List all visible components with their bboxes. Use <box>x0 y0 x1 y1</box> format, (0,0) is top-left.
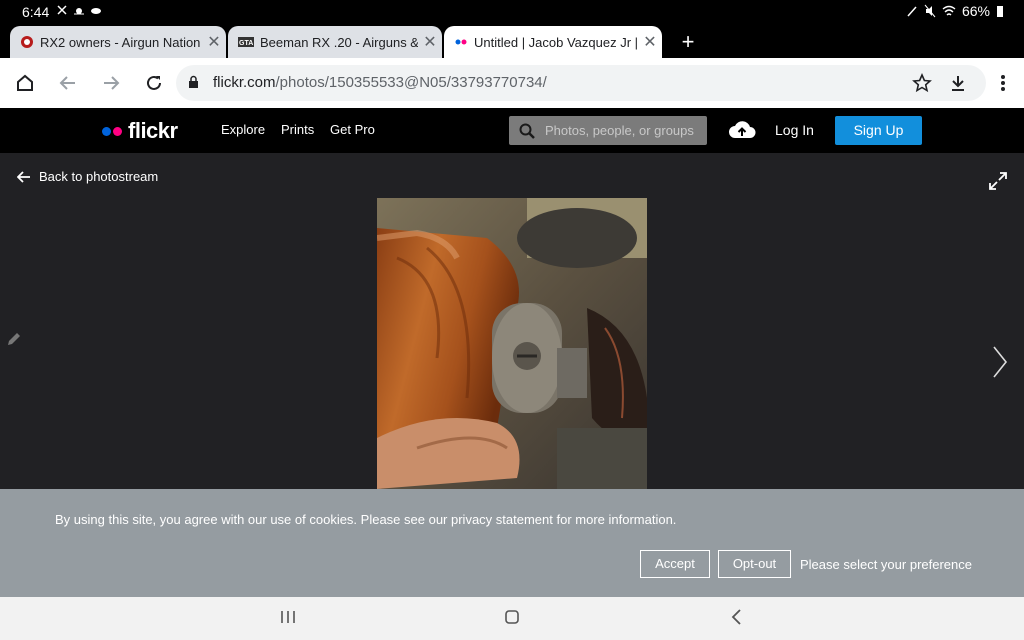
missed-call-icon <box>57 5 67 15</box>
gta-favicon-icon: GTA <box>238 37 254 47</box>
menu-button[interactable] <box>990 70 1016 96</box>
pencil-icon[interactable] <box>6 331 22 347</box>
tab-airgun-nation[interactable]: RX2 owners - Airgun Nation ✕ <box>10 26 226 58</box>
tab-strip: RX2 owners - Airgun Nation ✕ GTA Beeman … <box>0 24 1024 58</box>
main-photo[interactable] <box>377 198 647 489</box>
battery-level: 66% <box>961 3 990 19</box>
opt-out-button[interactable]: Opt-out <box>718 550 791 578</box>
pen-icon <box>907 6 917 17</box>
login-link[interactable]: Log In <box>775 122 814 138</box>
tab-title: Untitled | Jacob Vazquez Jr | <box>474 34 638 50</box>
reload-icon <box>147 75 161 90</box>
battery-icon <box>997 6 1003 17</box>
forward-arrow-icon <box>104 76 120 90</box>
address-bar[interactable]: flickr.com/photos/150355533@N05/33793770… <box>176 65 986 101</box>
back-label: Back to photostream <box>39 169 159 184</box>
close-tab-icon[interactable]: ✕ <box>202 32 226 52</box>
download-button[interactable] <box>945 70 971 96</box>
cookie-banner: By using this site, you agree with our u… <box>0 489 1024 597</box>
photo-viewer: Back to photostream <box>0 153 1024 489</box>
home-icon <box>17 74 33 91</box>
search-placeholder: Photos, people, or groups <box>545 123 694 138</box>
rifle-photo-image <box>377 198 647 489</box>
tab-title: Beeman RX .20 - Airguns & G <box>260 34 418 50</box>
tab-beeman[interactable]: GTA Beeman RX .20 - Airguns & G ✕ <box>228 26 442 58</box>
logo-blue-dot-icon <box>102 126 111 136</box>
reload-button[interactable] <box>141 70 167 96</box>
tab-title: RX2 owners - Airgun Nation <box>40 34 201 50</box>
bookmark-button[interactable] <box>909 70 935 96</box>
url-text: flickr.com/photos/150355533@N05/33793770… <box>213 74 547 91</box>
download-icon <box>952 76 964 91</box>
cookie-message: By using this site, you agree with our u… <box>55 512 677 527</box>
signup-button[interactable]: Sign Up <box>835 116 922 145</box>
wifi-icon <box>942 5 956 16</box>
weather-icon <box>74 8 84 15</box>
close-tab-icon[interactable]: ✕ <box>638 32 662 52</box>
nav-prints[interactable]: Prints <box>281 122 314 137</box>
flickr-header: flickr Explore Prints Get Pro Photos, pe… <box>0 108 1024 153</box>
status-bar: 6:44 66% <box>0 0 1024 24</box>
fullscreen-icon[interactable] <box>988 171 1008 191</box>
back-to-photostream-link[interactable]: Back to photostream <box>17 169 158 184</box>
url-domain: flickr.com <box>213 74 276 91</box>
more-vertical-icon <box>1001 75 1005 91</box>
system-nav-bar <box>0 597 1024 640</box>
back-nav-icon[interactable] <box>731 609 743 625</box>
logo-text: flickr <box>128 118 178 143</box>
accept-button[interactable]: Accept <box>640 550 710 578</box>
status-time: 6:44 <box>22 4 50 20</box>
forward-button[interactable] <box>98 70 124 96</box>
nav-explore[interactable]: Explore <box>221 122 265 137</box>
home-button[interactable] <box>12 70 38 96</box>
flickr-logo[interactable]: flickr <box>102 118 178 144</box>
close-tab-icon[interactable]: ✕ <box>418 32 442 52</box>
upload-cloud-icon[interactable] <box>728 119 756 141</box>
cookie-preference-text: Please select your preference <box>800 557 972 572</box>
url-path: /photos/150355533@N05/33793770734/ <box>275 74 547 91</box>
search-icon <box>519 123 535 139</box>
cloud-icon <box>91 8 101 14</box>
next-photo-chevron-icon[interactable] <box>992 345 1008 379</box>
back-button[interactable] <box>55 70 81 96</box>
back-arrow-icon <box>59 76 75 90</box>
star-icon <box>912 73 932 93</box>
flickr-favicon-icon <box>455 39 467 45</box>
lock-icon <box>189 75 198 88</box>
logo-pink-dot-icon <box>113 126 122 136</box>
browser-toolbar: flickr.com/photos/150355533@N05/33793770… <box>0 58 1024 108</box>
airgun-nation-favicon-icon <box>21 36 33 48</box>
nav-get-pro[interactable]: Get Pro <box>330 122 375 137</box>
home-nav-icon[interactable] <box>504 609 520 625</box>
svg-text:GTA: GTA <box>239 40 253 47</box>
mute-icon <box>924 4 936 18</box>
recent-apps-icon[interactable] <box>280 609 296 625</box>
new-tab-button[interactable]: + <box>676 28 700 56</box>
search-input[interactable]: Photos, people, or groups <box>509 116 707 145</box>
arrow-left-icon <box>17 170 30 183</box>
tab-flickr[interactable]: Untitled | Jacob Vazquez Jr | ✕ <box>444 26 662 58</box>
